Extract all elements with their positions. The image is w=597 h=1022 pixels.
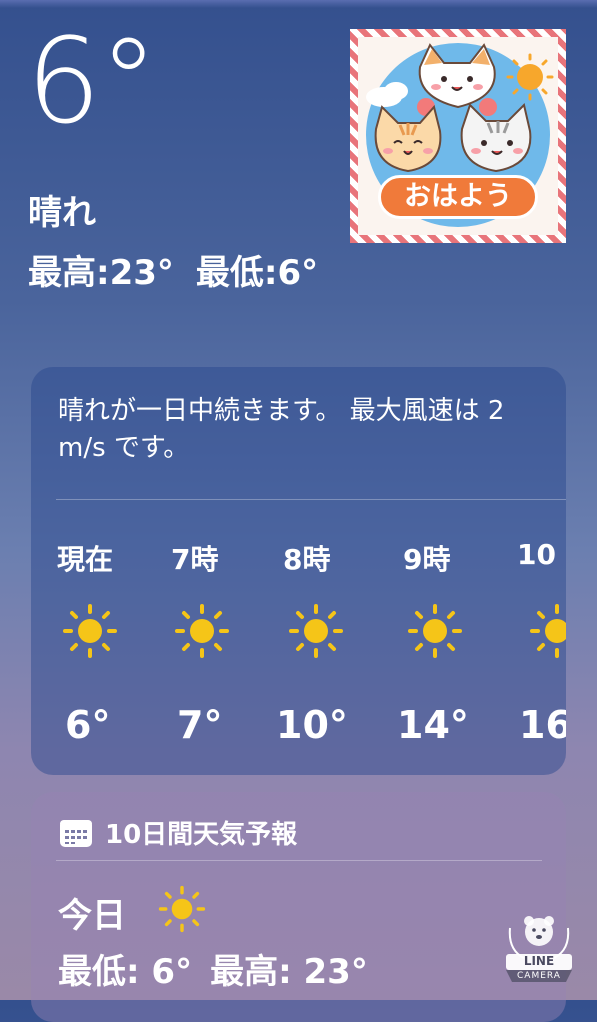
- hour-temperature: 7°: [177, 703, 223, 747]
- sun-icon: [529, 603, 566, 663]
- hour-time: 9時: [403, 543, 451, 576]
- watermark-camera-text: CAMERA: [517, 971, 561, 981]
- hourly-forecast-card[interactable]: 晴れが一日中続きます。 最大風速は 2 m/s です。 現在 6° 7時 7° …: [31, 367, 566, 775]
- hour-time: 10: [517, 538, 556, 571]
- hour-temperature: 6°: [65, 703, 111, 747]
- sun-icon: [407, 603, 463, 663]
- divider: [56, 860, 542, 861]
- today-label: 今日: [58, 896, 126, 936]
- hour-item[interactable]: 10 16: [503, 367, 566, 775]
- watermark-line-text: LINE: [523, 954, 555, 968]
- hour-time: 8時: [283, 543, 331, 576]
- ten-day-forecast-card[interactable]: 10日間天気予報 今日 最低: 6° 最高: 23°: [31, 792, 566, 1022]
- sun-icon: [62, 603, 118, 663]
- high-low-temperature: 最高:23° 最低:6°: [28, 256, 318, 290]
- sticker-caption: おはよう: [378, 175, 538, 219]
- ten-day-header: 10日間天気予報: [59, 814, 297, 851]
- hour-time: 現在: [57, 543, 114, 576]
- high-temperature: 最高:23°: [28, 253, 174, 293]
- low-temperature: 最低:6°: [195, 253, 319, 293]
- top-gradient: [0, 0, 597, 8]
- line-camera-watermark: LINE CAMERA: [500, 910, 578, 988]
- hour-temperature: 16: [519, 703, 566, 747]
- ten-day-title: 10日間天気予報: [105, 820, 298, 850]
- forecast-summary: 晴れが一日中続きます。 最大風速は 2 m/s です。: [58, 396, 505, 463]
- sun-icon: [158, 885, 206, 937]
- sun-icon: [288, 603, 344, 663]
- hour-temperature: 14°: [397, 703, 469, 747]
- today-temperature-range: 最低: 6° 最高: 23°: [58, 944, 368, 993]
- current-temperature: 6°: [26, 12, 158, 150]
- hour-time: 7時: [171, 543, 219, 576]
- today-low: 最低: 6°: [58, 952, 193, 992]
- divider: [56, 499, 566, 500]
- cat-sticker-image: おはよう: [350, 29, 566, 243]
- calendar-icon: [59, 818, 93, 848]
- current-condition: 晴れ: [28, 193, 96, 233]
- hour-temperature: 10°: [276, 703, 348, 747]
- sun-icon: [174, 603, 230, 663]
- today-high: 最高: 23°: [210, 952, 368, 992]
